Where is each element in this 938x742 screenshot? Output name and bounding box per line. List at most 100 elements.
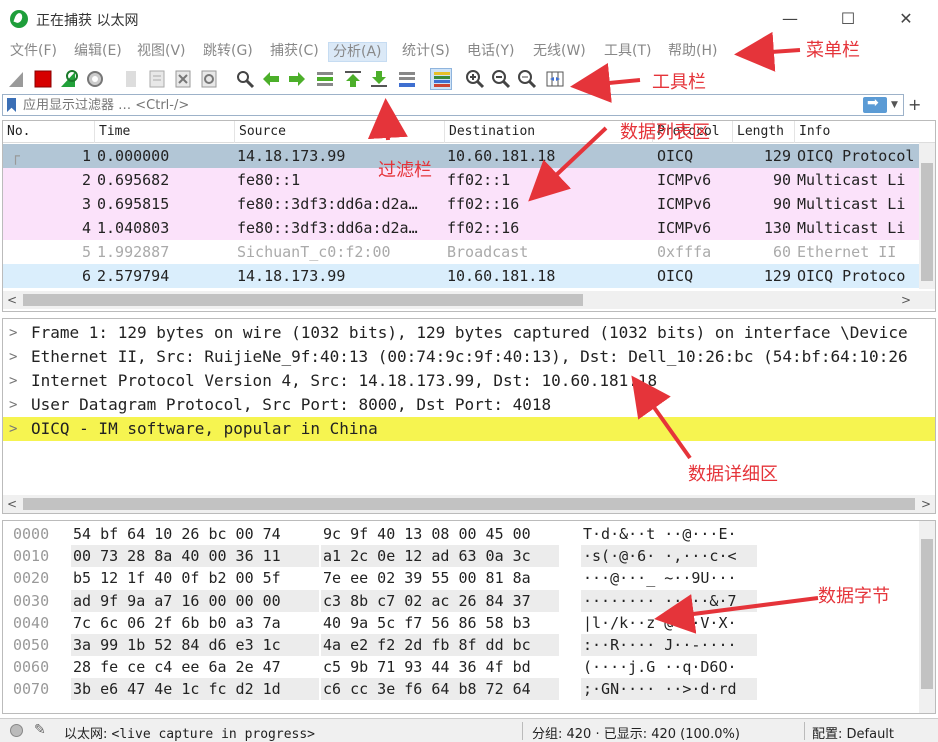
bytes-row[interactable]: 0040 7c 6c 06 2f 6b b0 a3 7a 40 9a 5c f7 5…: [3, 612, 917, 634]
menu-edit[interactable]: 编辑(E): [70, 42, 126, 62]
detail-text: Frame 1: 129 bytes on wire (1032 bits), …: [31, 323, 908, 342]
cell-destination: 10.60.181.18: [447, 267, 556, 285]
menu-file[interactable]: 文件(F): [6, 42, 61, 62]
packet-list-vertical-scrollbar[interactable]: [919, 143, 935, 289]
cell-protocol: ICMPv6: [657, 171, 712, 189]
details-horizontal-scrollbar[interactable]: < >: [3, 495, 935, 513]
main-toolbar: [0, 64, 938, 94]
scrollbar-thumb[interactable]: [921, 163, 933, 281]
bytes-row[interactable]: 0000 54 bf 64 10 26 bc 00 74 9c 9f 40 13 0…: [3, 523, 917, 545]
packet-row[interactable]: ┌ 1 0.000000 14.18.173.99 10.60.181.18 O…: [3, 144, 921, 168]
scroll-left-icon[interactable]: <: [7, 495, 17, 513]
chevron-down-icon[interactable]: ▼: [891, 97, 903, 113]
chevron-right-icon[interactable]: >: [9, 393, 17, 417]
shark-fin-icon[interactable]: [6, 68, 28, 90]
reload-icon[interactable]: [198, 68, 220, 90]
bookmark-icon[interactable]: [7, 98, 16, 112]
scroll-left-icon[interactable]: <: [7, 291, 17, 309]
packet-details: > Frame 1: 129 bytes on wire (1032 bits)…: [2, 318, 936, 514]
scroll-right-icon[interactable]: >: [921, 495, 931, 513]
scrollbar-thumb[interactable]: [23, 294, 583, 306]
status-bar: ✎ 以太网: <live capture in progress> 分组: 42…: [0, 718, 938, 742]
bytes-row[interactable]: 0010 00 73 28 8a 40 00 36 11 a1 2c 0e 12 a…: [3, 545, 917, 568]
bytes-row[interactable]: 0070 3b e6 47 4e 1c fc d2 1d c6 cc 3e f6 6…: [3, 678, 917, 701]
bytes-row[interactable]: 0050 3a 99 1b 52 84 d6 e3 1c 4a e2 f2 2d f…: [3, 634, 917, 656]
bytes-row[interactable]: 0020 b5 12 1f 40 0f b2 00 5f 7e ee 02 39 5…: [3, 567, 917, 589]
detail-row-ethernet[interactable]: > Ethernet II, Src: RuijieNe_9f:40:13 (0…: [3, 345, 935, 369]
cell-destination: ff02::16: [447, 195, 520, 213]
cell-source: SichuanT_c0:f2:00: [237, 243, 391, 261]
close-file-icon[interactable]: [172, 68, 194, 90]
annotation-details: 数据详细区: [688, 464, 778, 485]
close-button[interactable]: ✕: [886, 6, 926, 32]
packet-row[interactable]: 5 1.992887 SichuanT_c0:f2:00 Broadcast 0…: [3, 240, 921, 264]
packet-row[interactable]: 4 1.040803 fe80::3df3:dd6a:d2a… ff02::16…: [3, 216, 921, 240]
packet-row[interactable]: 6 2.579794 14.18.173.99 10.60.181.18 OIC…: [3, 264, 921, 288]
detail-row-oicq[interactable]: > OICQ - IM software, popular in China: [3, 417, 935, 441]
bytes-row[interactable]: 0030 ad 9f 9a a7 16 00 00 00 c3 8b c7 02 a…: [3, 589, 917, 612]
restart-icon[interactable]: [58, 68, 80, 90]
column-header-info[interactable]: Info: [795, 121, 935, 143]
cell-length: 90: [772, 171, 791, 189]
column-header-source[interactable]: Source: [235, 121, 445, 143]
chevron-right-icon[interactable]: >: [9, 321, 17, 345]
cell-info: Multicast Li: [797, 171, 906, 189]
display-filter-input[interactable]: [23, 97, 843, 114]
menu-statistics[interactable]: 统计(S): [398, 42, 454, 62]
detail-row-udp[interactable]: > User Datagram Protocol, Src Port: 8000…: [3, 393, 935, 417]
chevron-right-icon[interactable]: >: [9, 369, 17, 393]
chevron-right-icon[interactable]: >: [9, 417, 17, 441]
annotation-bytes: 数据字节: [818, 586, 890, 607]
detail-row-frame[interactable]: > Frame 1: 129 bytes on wire (1032 bits)…: [3, 321, 935, 345]
bytes-row[interactable]: 0060 28 fe ce c4 ee 6a 2e 47 c5 9b 71 93 4…: [3, 656, 917, 678]
maximize-button[interactable]: ☐: [828, 6, 868, 32]
autoscroll-icon[interactable]: [396, 68, 418, 90]
scroll-right-icon[interactable]: >: [901, 291, 911, 309]
zoom-out-icon[interactable]: [490, 68, 512, 90]
stop-icon[interactable]: [32, 68, 54, 90]
column-header-no[interactable]: No.: [3, 121, 95, 143]
menu-go[interactable]: 跳转(G): [199, 42, 257, 62]
first-packet-icon[interactable]: [342, 68, 364, 90]
capture-comment-icon[interactable]: ✎: [34, 722, 46, 738]
detail-text: OICQ - IM software, popular in China: [31, 419, 378, 438]
find-icon[interactable]: [234, 68, 256, 90]
zoom-in-icon[interactable]: [464, 68, 486, 90]
bytes-vertical-scrollbar[interactable]: [919, 521, 935, 713]
apply-filter-arrow-icon[interactable]: [863, 95, 887, 113]
detail-row-ip[interactable]: > Internet Protocol Version 4, Src: 14.1…: [3, 369, 935, 393]
forward-icon[interactable]: [286, 68, 308, 90]
packet-list-horizontal-scrollbar[interactable]: < >: [3, 291, 935, 309]
menu-wireless[interactable]: 无线(W): [529, 42, 590, 62]
menu-help[interactable]: 帮助(H): [664, 42, 721, 62]
zoom-reset-icon[interactable]: [516, 68, 538, 90]
cell-time: 0.695815: [97, 195, 170, 213]
bytes-hex-group-1: 7c 6c 06 2f 6b b0 a3 7a: [73, 613, 281, 632]
packet-row[interactable]: 3 0.695815 fe80::3df3:dd6a:d2a… ff02::16…: [3, 192, 921, 216]
bytes-hex-group-2: a1 2c 0e 12 ad 63 0a 3c: [323, 547, 531, 566]
open-file-icon[interactable]: [120, 68, 142, 90]
save-file-icon[interactable]: [146, 68, 168, 90]
options-gear-icon[interactable]: [84, 68, 106, 90]
column-header-length[interactable]: Length: [733, 121, 795, 143]
back-icon[interactable]: [260, 68, 282, 90]
scrollbar-thumb[interactable]: [23, 498, 915, 510]
scrollbar-thumb[interactable]: [921, 539, 933, 689]
status-profile[interactable]: 配置: Default: [812, 723, 894, 742]
menu-telephony[interactable]: 电话(Y): [463, 42, 518, 62]
bytes-hex-group-1: 3b e6 47 4e 1c fc d2 1d: [73, 680, 281, 699]
packet-row[interactable]: 2 0.695682 fe80::1 ff02::1 ICMPv6 90 Mul…: [3, 168, 921, 192]
menu-tools[interactable]: 工具(T): [600, 42, 655, 62]
expert-info-led-icon[interactable]: [10, 724, 23, 737]
column-header-time[interactable]: Time: [95, 121, 235, 143]
minimize-button[interactable]: —: [770, 6, 810, 32]
add-filter-button[interactable]: +: [908, 95, 921, 114]
menu-analyze[interactable]: 分析(A): [328, 42, 387, 62]
last-packet-icon[interactable]: [368, 68, 390, 90]
colorize-icon[interactable]: [430, 68, 452, 90]
go-to-packet-icon[interactable]: [314, 68, 336, 90]
chevron-right-icon[interactable]: >: [9, 345, 17, 369]
resize-columns-icon[interactable]: [544, 68, 566, 90]
menu-capture[interactable]: 捕获(C): [266, 42, 323, 62]
menu-view[interactable]: 视图(V): [133, 42, 190, 62]
